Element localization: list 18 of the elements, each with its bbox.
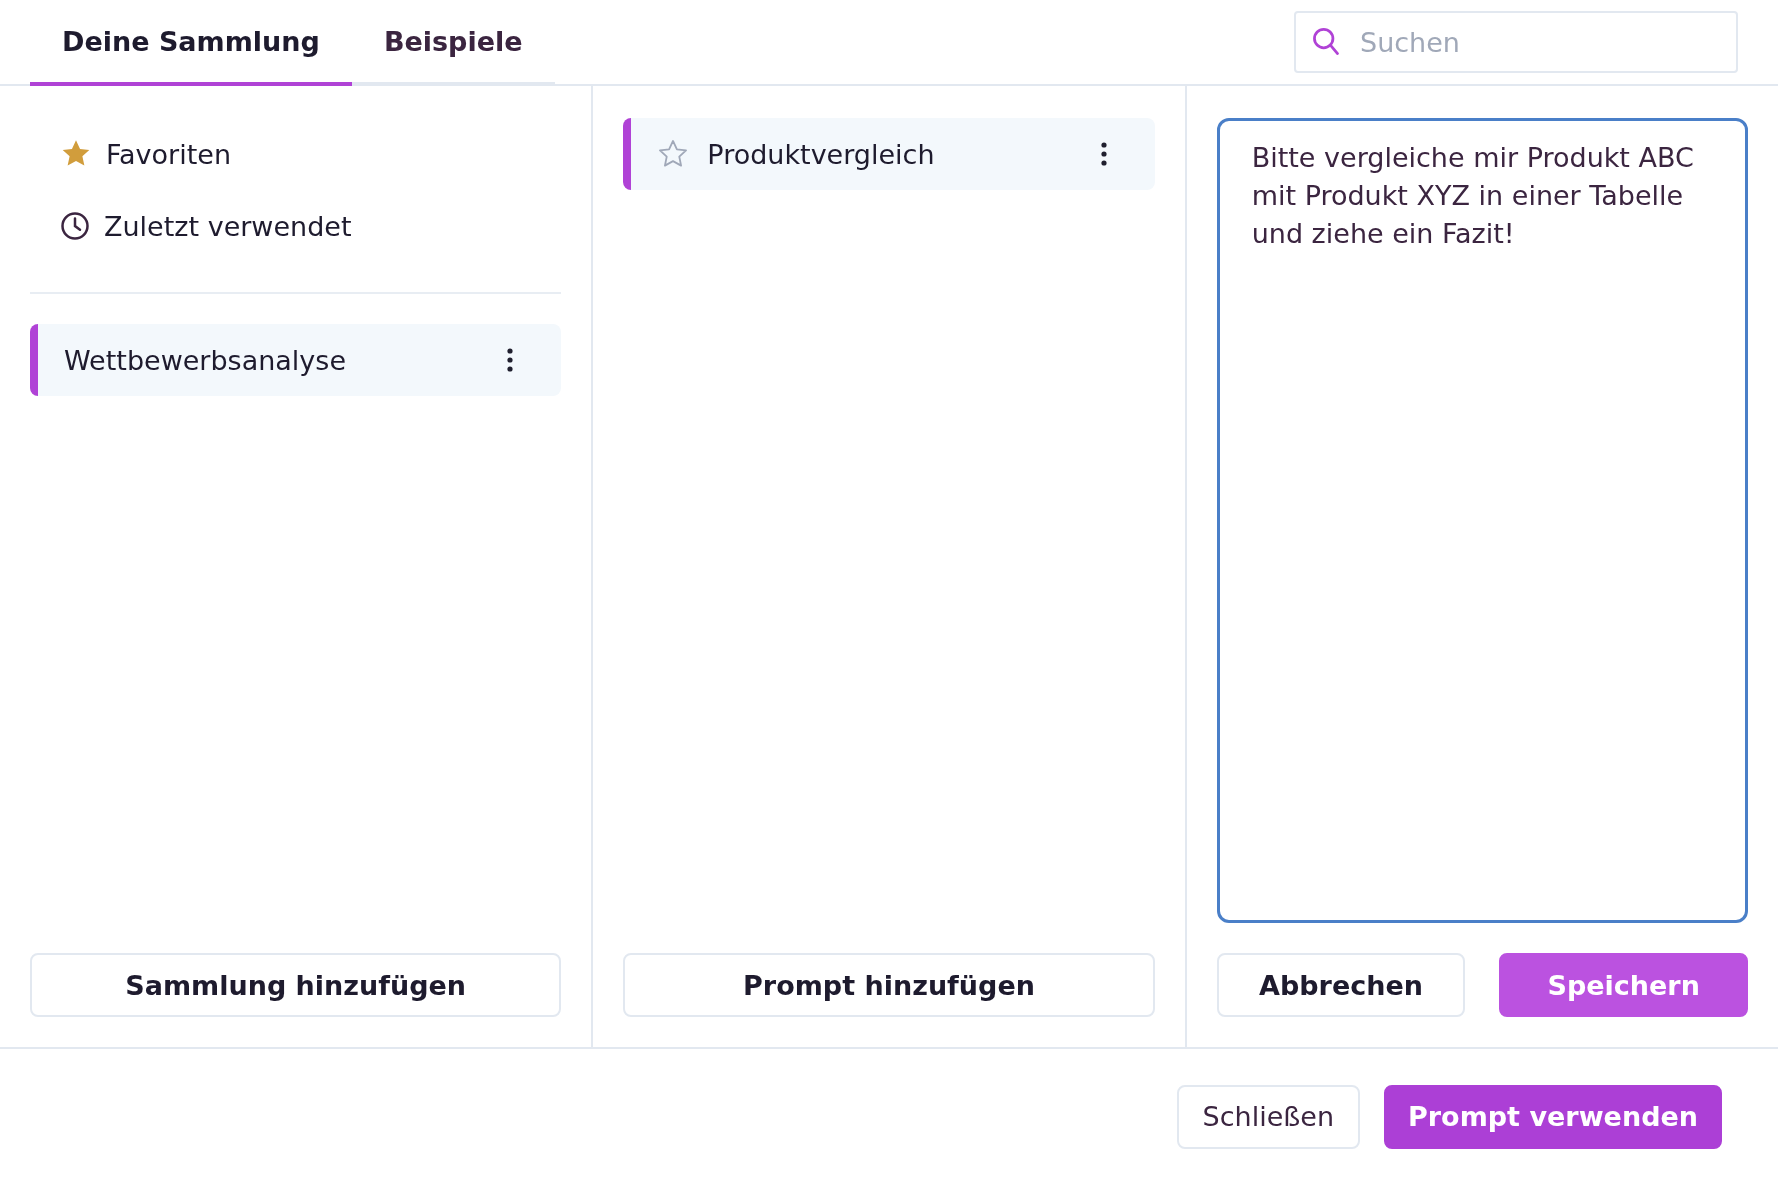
tab[interactable]: Deine Sammlung [30, 0, 352, 86]
prompt-editor[interactable]: Bitte vergleiche mir Produkt ABC mit Produkt XYZ in einer Tabelle und ziehe ein Fazit! [1216, 118, 1748, 923]
tab[interactable]: Beispiele [351, 0, 555, 86]
close-button[interactable]: Schließen [1176, 1084, 1360, 1149]
sidebar-item[interactable]: Zuletzt verwendet [30, 190, 562, 262]
more-options-icon[interactable] [507, 348, 514, 372]
search-field[interactable]: Suchen [1294, 11, 1738, 73]
use-prompt-button[interactable]: Prompt verwenden [1384, 1084, 1722, 1149]
add-collection-button[interactable]: Sammlung hinzufügen [30, 953, 562, 1017]
collection-item[interactable]: Wettbewerbsanalyse [30, 324, 562, 396]
more-options-icon[interactable] [1100, 142, 1107, 166]
sidebar-item[interactable]: Favoriten [30, 118, 562, 190]
cancel-button[interactable]: Abbrechen [1216, 953, 1466, 1017]
add-prompt-button[interactable]: Prompt hinzufügen [623, 953, 1155, 1017]
save-button[interactable]: Speichern [1499, 953, 1748, 1017]
star-icon[interactable] [657, 139, 690, 169]
prompt-item[interactable]: Produktvergleich [623, 118, 1155, 190]
clock-icon [60, 211, 90, 241]
